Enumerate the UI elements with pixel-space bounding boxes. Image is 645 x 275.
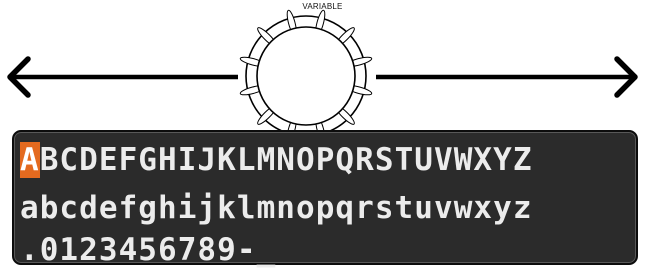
uppercase-letters[interactable]: BCDEFGHIJKLMNOPQRSTUVWXYZ bbox=[40, 142, 533, 178]
lowercase-row[interactable]: abcdefghijklmnopqrstuvwxyz bbox=[20, 190, 533, 226]
arrow-left-icon bbox=[7, 56, 238, 98]
knob-diagram bbox=[7, 9, 638, 130]
rotary-knob-icon[interactable] bbox=[239, 9, 373, 130]
uppercase-row: ABCDEFGHIJKLMNOPQRSTUVWXYZ bbox=[20, 142, 533, 178]
selected-character-cursor[interactable]: A bbox=[20, 142, 40, 178]
digits-symbols-row[interactable]: .0123456789-_ bbox=[20, 232, 276, 268]
arrow-right-icon bbox=[376, 56, 638, 98]
